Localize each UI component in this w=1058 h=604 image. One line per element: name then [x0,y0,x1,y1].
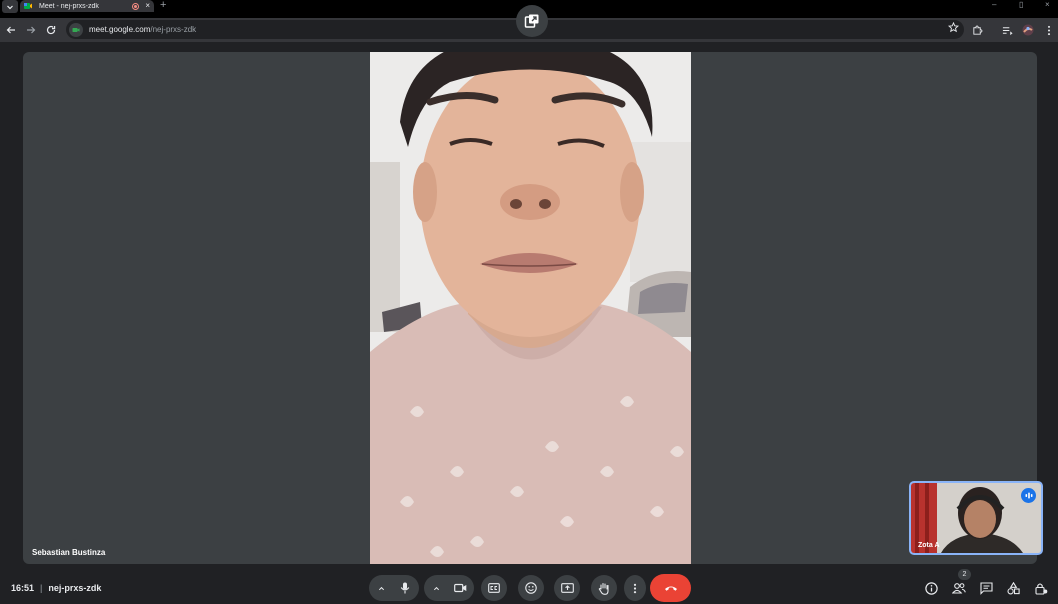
more-vert-icon [1047,25,1051,35]
present-screen-button[interactable] [554,575,580,601]
chevron-up-icon [378,586,384,590]
chat-icon [979,581,993,595]
shapes-icon [1006,581,1020,594]
self-view-tile[interactable]: Zota A [909,481,1043,555]
url-path: /nej-prxs-zdk [150,25,197,34]
closed-captions-icon [488,583,500,593]
video-options-button[interactable] [425,585,447,592]
minimize-button[interactable]: – [992,0,996,9]
picture-in-picture-button[interactable] [516,5,548,37]
tab-search-button[interactable] [2,0,18,13]
mic-control-group [369,575,419,601]
forward-button[interactable] [23,22,39,38]
reactions-button[interactable] [518,575,544,601]
media-queue-icon [1002,26,1013,35]
emoji-icon [525,582,537,594]
microphone-button[interactable] [392,582,418,594]
leave-call-button[interactable] [650,574,691,602]
arrow-left-icon [6,26,15,34]
reload-button[interactable] [43,22,59,38]
self-name-label: Zota A [918,542,940,549]
tab-title: Meet - nej-prxs-zdk [39,2,99,10]
tab-close-button[interactable]: × [145,2,150,10]
activities-button[interactable] [1004,579,1022,597]
back-button[interactable] [3,22,19,38]
info-icon [924,581,938,595]
browser-tab-meet[interactable]: Meet - nej-prxs-zdk × [20,0,154,12]
restore-button[interactable]: ▯ [1019,0,1023,9]
chevron-up-icon [433,586,439,590]
avatar-icon [1022,24,1034,36]
main-speaker-name-label: Sebastian Bustinza [32,548,106,557]
puzzle-icon [972,25,982,35]
videocam-icon [453,583,466,593]
raise-hand-button[interactable] [591,575,617,601]
meeting-code: nej-prxs-zdk [48,583,102,593]
call-end-icon [664,586,677,591]
chat-button[interactable] [977,579,995,597]
url-host: meet.google.com [89,25,151,34]
present-to-all-icon [560,583,574,593]
people-icon [952,583,966,594]
new-tab-button[interactable]: + [160,0,166,11]
meeting-info-separator: | [40,583,43,593]
people-button[interactable] [950,579,968,597]
profile-avatar-button[interactable] [1020,22,1036,38]
recording-indicator-icon [132,2,140,10]
more-options-button[interactable] [624,575,646,601]
address-bar[interactable]: meet.google.com/nej-prxs-zdk [66,20,964,39]
pip-icon [524,14,539,28]
lock-person-icon [1034,582,1047,595]
main-speaker-video [370,52,691,564]
participant-count-badge: 2 [958,569,971,580]
meeting-stage: Sebastian Bustinza [23,52,1037,564]
site-info-icon[interactable] [69,22,83,37]
camera-button[interactable] [447,583,473,593]
bookmark-star-icon[interactable] [948,22,959,33]
audio-options-button[interactable] [370,585,392,592]
close-window-button[interactable]: × [1045,0,1050,9]
more-vert-icon [633,583,637,593]
chevron-down-icon [7,5,13,9]
extensions-button[interactable] [969,22,985,38]
microphone-icon [400,582,410,594]
arrow-right-icon [27,26,36,34]
hand-icon [598,582,609,595]
meet-favicon-icon [24,3,32,9]
host-controls-button[interactable] [1032,579,1050,597]
captions-button[interactable] [481,575,507,601]
speaking-indicator-icon [1021,488,1036,503]
meeting-details-button[interactable] [922,579,940,597]
media-controls-button[interactable] [999,22,1015,38]
meeting-time: 16:51 [11,583,35,593]
meeting-controls-bar: 16:51 | nej-prxs-zdk [0,568,1058,604]
meeting-info: 16:51 | nej-prxs-zdk [11,583,101,593]
url-text: meet.google.com/nej-prxs-zdk [89,25,196,34]
browser-menu-button[interactable] [1041,22,1057,38]
speaker-video-image [370,52,691,564]
reload-icon [46,25,56,35]
camera-control-group [424,575,474,601]
